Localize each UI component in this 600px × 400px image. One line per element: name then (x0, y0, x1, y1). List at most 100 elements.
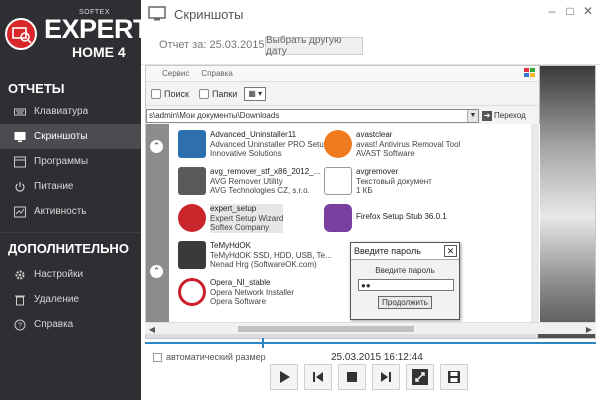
page-header: Скриншоты (148, 6, 243, 22)
scroll-right-icon[interactable]: ▶ (584, 324, 594, 334)
sidebar-item-settings[interactable]: Настройки (0, 262, 141, 287)
sidebar-item-screenshots[interactable]: Скриншоты (0, 124, 141, 149)
desktop-wallpaper (538, 66, 595, 338)
stop-button[interactable] (338, 364, 366, 390)
address-field: s\admin\Мои документы\Downloads ▼ (146, 108, 479, 123)
gear-icon (15, 270, 25, 279)
power-icon (15, 181, 25, 192)
file-item: avg_remover_stf_x86_2012_... AVG Remover … (178, 167, 320, 196)
app-logo: SOFTEX EXPERT HOME 4 (0, 0, 150, 75)
collapse-icon: ⌃ (150, 265, 163, 278)
auto-size-toggle[interactable]: автоматический размер (153, 352, 266, 362)
sidebar-item-keyboard[interactable]: Клавиатура (0, 99, 141, 124)
captured-toolbar: Поиск Папки ▦ ▾ (146, 82, 539, 106)
sidebar-item-label: Настройки (34, 269, 84, 280)
password-dialog: Введите пароль ✕ Введите пароль ●● Продол… (350, 242, 460, 320)
sidebar-item-label: Питание (34, 181, 74, 192)
play-button[interactable] (270, 364, 298, 390)
timeline-handle[interactable] (262, 338, 265, 348)
file-item: Advanced_Uninstaller11 Advanced Uninstall… (178, 130, 328, 159)
activity-icon (14, 206, 26, 217)
sidebar-item-label: Программы (34, 156, 89, 167)
svg-text:?: ? (18, 322, 22, 329)
file-icon (324, 130, 352, 158)
captured-scrollbar (531, 124, 539, 324)
menu-help: Справка (201, 69, 233, 78)
sidebar-item-label: Справка (34, 319, 74, 330)
file-item: Opera_NI_stable Opera Network Installer Op… (178, 278, 294, 307)
logo-expert: EXPERT (44, 14, 150, 44)
file-item: Firefox Setup Stub 36.0.1 (324, 204, 447, 232)
close-button[interactable]: ✕ (580, 4, 596, 18)
section-reports-heading: ОТЧЕТЫ (8, 81, 65, 96)
menu-service: Сервис (162, 69, 190, 78)
file-icon (178, 278, 206, 306)
maximize-button[interactable]: □ (562, 4, 578, 18)
dialog-title: Введите пароль (354, 246, 421, 256)
timeline-slider[interactable] (145, 338, 596, 348)
sidebar-item-label: Удаление (34, 294, 80, 305)
playback-controls (270, 364, 468, 390)
file-item: avgremover Текстовый документ 1 КБ (324, 167, 432, 196)
sidebar-item-power[interactable]: Питание (0, 174, 141, 199)
sidebar-item-label: Активность (34, 206, 87, 217)
scroll-thumb[interactable] (238, 326, 414, 332)
logo-badge-icon (5, 18, 37, 50)
monitor-icon (14, 131, 26, 142)
file-icon (178, 130, 206, 158)
main-panel: Скриншоты Отчет за: 25.03.2015 Выбрать д… (141, 0, 600, 400)
change-date-button[interactable]: Выбрать другую дату (265, 35, 363, 57)
viewer-hscrollbar[interactable]: ◀ ▶ (145, 322, 596, 334)
file-icon (178, 241, 206, 269)
help-icon: ? (14, 319, 26, 330)
continue-button: Продолжить (378, 296, 432, 309)
scroll-left-icon[interactable]: ◀ (147, 324, 157, 334)
section-extra-heading: ДОПОЛНИТЕЛЬНО (0, 232, 141, 262)
folders-tool: Папки (196, 85, 240, 103)
expand-icon (412, 369, 428, 385)
sidebar-item-uninstall[interactable]: Удаление (0, 287, 141, 312)
password-field: ●● (358, 279, 454, 291)
auto-size-label: автоматический размер (166, 352, 266, 362)
logo-home: HOME 4 (72, 44, 126, 60)
page-title: Скриншоты (174, 6, 244, 22)
sidebar: SOFTEX EXPERT HOME 4 ОТЧЕТЫ Клавиатура С… (0, 0, 150, 400)
play-icon (280, 371, 290, 383)
close-icon: ✕ (444, 245, 457, 257)
sidebar-item-label: Скриншоты (34, 131, 88, 142)
fullscreen-button[interactable] (406, 364, 434, 390)
collapse-icon: ⌃ (150, 140, 163, 153)
file-item: TeMyHdOK TeMyHdOK SSD, HDD, USB, Te... Nen… (178, 241, 332, 270)
arrow-right-icon: ➜ (482, 110, 492, 121)
go-button: ➜ Переход (482, 110, 526, 121)
chevron-down-icon: ▼ (467, 109, 478, 122)
report-date-label: Отчет за: 25.03.2015 (159, 39, 265, 51)
screenshot-timestamp: 25.03.2015 16:12:44 (331, 352, 423, 363)
next-button[interactable] (372, 364, 400, 390)
keyboard-icon (14, 108, 26, 115)
save-icon (448, 371, 460, 383)
file-icon (324, 204, 352, 232)
minimize-button[interactable]: – (544, 4, 560, 18)
search-tool: Поиск (148, 85, 192, 103)
file-item: avastclear avast! Antivirus Removal Tool A… (324, 130, 460, 159)
view-mode-tool: ▦ ▾ (244, 86, 267, 101)
screenshot-viewer: Сервис Справка Поиск Папки ▦ ▾ s\admin\М… (145, 65, 596, 339)
file-item: expert_setup Expert Setup Wizard Softex Co… (178, 204, 284, 233)
captured-file-list: ⌃ ⌃ Advanced_Uninstaller11 Advanced Unins… (146, 124, 540, 324)
skip-forward-icon (381, 372, 391, 382)
auto-size-checkbox[interactable] (153, 352, 162, 362)
sidebar-item-programs[interactable]: Программы (0, 149, 141, 174)
folder-icon (198, 88, 209, 99)
captured-explorer-window: Сервис Справка Поиск Папки ▦ ▾ s\admin\М… (146, 66, 540, 332)
file-list-gutter: ⌃ ⌃ (146, 124, 169, 324)
trash-icon (15, 295, 25, 305)
sidebar-item-activity[interactable]: Активность (0, 199, 141, 224)
sidebar-item-help[interactable]: ? Справка (0, 312, 141, 337)
previous-button[interactable] (304, 364, 332, 390)
stop-icon (347, 372, 357, 382)
file-icon (178, 204, 206, 232)
save-button[interactable] (440, 364, 468, 390)
sidebar-item-label: Клавиатура (34, 106, 89, 117)
window-controls: – □ ✕ (544, 4, 596, 18)
